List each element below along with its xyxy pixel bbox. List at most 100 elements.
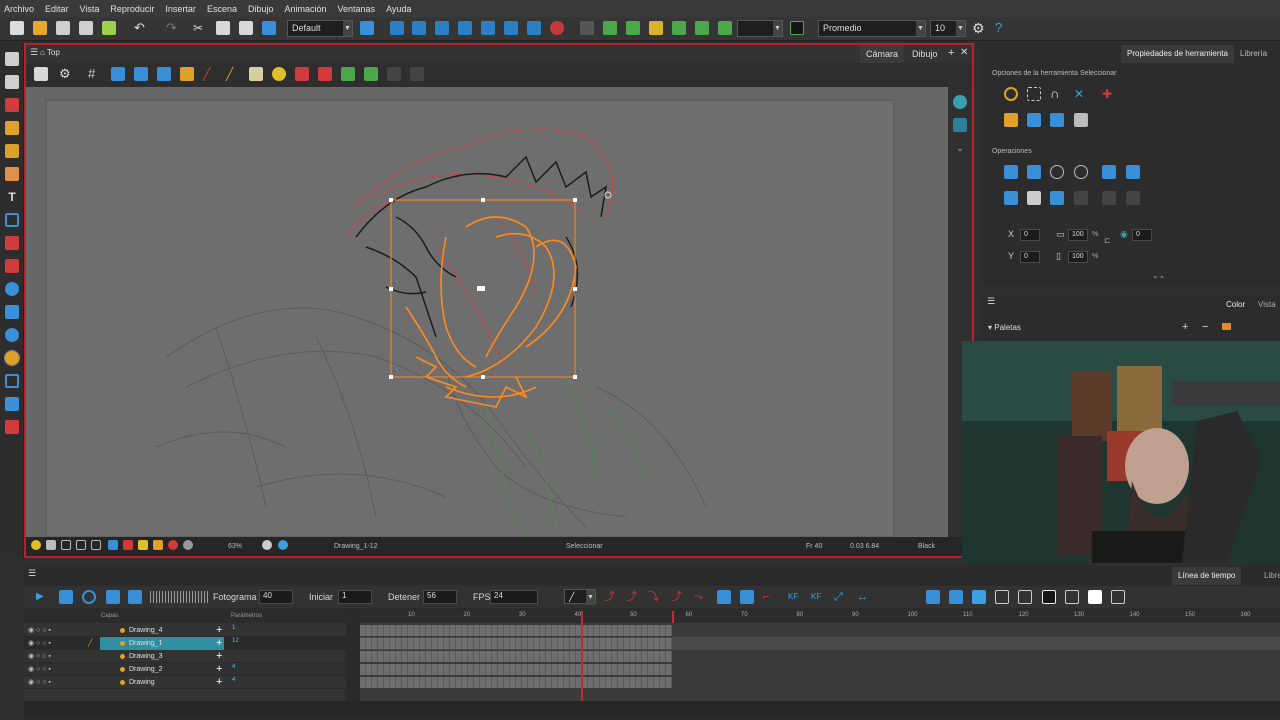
tab-camera[interactable]: Cámara bbox=[860, 45, 905, 63]
menu-item-4[interactable]: Insertar bbox=[165, 4, 196, 14]
play-selection-icon[interactable] bbox=[59, 590, 73, 604]
pencil-toggle-icon[interactable] bbox=[123, 540, 133, 550]
magnet-tool-icon[interactable] bbox=[718, 21, 732, 35]
disabled-op-icon[interactable] bbox=[1102, 191, 1116, 205]
tab-timeline[interactable]: Línea de tiempo bbox=[1172, 567, 1242, 585]
ease-out-icon[interactable]: ⤵ bbox=[648, 590, 662, 604]
rotate-cw-icon[interactable] bbox=[1074, 165, 1088, 179]
playback-speed-slider[interactable] bbox=[150, 591, 208, 603]
merge-icon[interactable] bbox=[1126, 165, 1140, 179]
layer-visibility-icons[interactable]: ◉ ○ ○ ▪ bbox=[28, 637, 51, 650]
import-icon[interactable] bbox=[102, 21, 116, 35]
frame-row[interactable] bbox=[360, 663, 1280, 676]
workspace-select[interactable]: Default ▼ bbox=[287, 20, 353, 37]
clear-icon[interactable] bbox=[740, 590, 754, 604]
layer-row[interactable]: ◉ ○ ○ ▪ ╱ Drawing_1 +12 bbox=[24, 637, 346, 650]
start-field[interactable]: 1 bbox=[338, 590, 372, 604]
add-layer-icon[interactable]: + bbox=[216, 637, 222, 649]
layer-row[interactable]: ◉ ○ ○ ▪ Drawing_2 +4 bbox=[24, 663, 346, 676]
chevron-icon[interactable]: ⌄ bbox=[953, 143, 967, 157]
flip-vertical-icon[interactable] bbox=[318, 67, 332, 81]
bulb-icon[interactable] bbox=[31, 540, 41, 550]
distribute-icon[interactable] bbox=[1004, 191, 1018, 205]
hold-icon[interactable]: ⌐ bbox=[763, 590, 777, 604]
link-icon[interactable]: ⊏ bbox=[1104, 236, 1111, 245]
eraser-tool-icon[interactable] bbox=[5, 167, 19, 181]
menu-item-7[interactable]: Animación bbox=[284, 4, 326, 14]
add-layer-icon[interactable]: + bbox=[216, 624, 222, 636]
drawing-stage[interactable] bbox=[26, 87, 948, 537]
eye-icon[interactable] bbox=[953, 95, 967, 109]
gray-toggle-icon[interactable] bbox=[183, 540, 193, 550]
skew-tool-icon[interactable] bbox=[458, 21, 472, 35]
pencil-tool-icon[interactable] bbox=[5, 121, 19, 135]
zoom-level[interactable]: 63% bbox=[228, 543, 242, 550]
cut-icon[interactable]: ✂ bbox=[193, 21, 207, 35]
zoom-tool-icon[interactable] bbox=[5, 328, 19, 342]
height-field[interactable]: 100 bbox=[1068, 251, 1088, 263]
pivot-tool-icon[interactable] bbox=[695, 21, 709, 35]
translate-tool-icon[interactable] bbox=[481, 21, 495, 35]
reset-view-icon[interactable] bbox=[262, 540, 272, 550]
grid-icon[interactable]: # bbox=[88, 67, 102, 81]
field-guide-icon[interactable] bbox=[91, 540, 101, 550]
transparency-icon[interactable] bbox=[1111, 590, 1125, 604]
menu-item-5[interactable]: Escena bbox=[207, 4, 237, 14]
lasso-icon[interactable] bbox=[1004, 87, 1018, 101]
menu-item-8[interactable]: Ventanas bbox=[338, 4, 376, 14]
fill-frame-icon[interactable] bbox=[1042, 590, 1056, 604]
empty-frame-icon[interactable] bbox=[1065, 590, 1079, 604]
keyframe-icon[interactable]: ⤴ bbox=[671, 590, 685, 604]
maintain-size-icon[interactable] bbox=[527, 21, 541, 35]
stamp-tool-icon[interactable] bbox=[5, 420, 19, 434]
add-layer-icon[interactable]: + bbox=[216, 676, 222, 688]
frame-row[interactable] bbox=[360, 650, 1280, 663]
menu-icon[interactable]: ☰ bbox=[987, 296, 995, 307]
ik-tool-icon[interactable] bbox=[626, 21, 640, 35]
add-drawing-icon[interactable] bbox=[34, 67, 48, 81]
sound-scrub-icon[interactable] bbox=[128, 590, 142, 604]
layer-visibility-icons[interactable]: ◉ ○ ○ ▪ bbox=[28, 663, 51, 676]
smooth-icon[interactable] bbox=[1102, 165, 1116, 179]
tab-view[interactable]: Vista bbox=[1252, 296, 1280, 314]
tab-timeline-library[interactable]: Librería bbox=[1258, 567, 1280, 585]
frame-range-icon[interactable] bbox=[995, 590, 1009, 604]
smoothing-icon[interactable] bbox=[790, 21, 804, 35]
red-toggle-icon[interactable] bbox=[168, 540, 178, 550]
flash-icon[interactable] bbox=[138, 540, 148, 550]
grid-tool-icon[interactable] bbox=[672, 21, 686, 35]
menu-item-6[interactable]: Dibujo bbox=[248, 4, 274, 14]
safe-area-icon[interactable] bbox=[61, 540, 71, 550]
tween-icon[interactable]: ⤢ bbox=[834, 590, 848, 604]
spline-offset-icon[interactable] bbox=[504, 21, 518, 35]
add-palette-icon[interactable]: + bbox=[1182, 321, 1188, 333]
menu-item-2[interactable]: Vista bbox=[80, 4, 100, 14]
stop-motion-icon[interactable]: ⤳ bbox=[694, 590, 708, 604]
convert-icon[interactable] bbox=[1050, 191, 1064, 205]
layer-visibility-icons[interactable]: ◉ ○ ○ ▪ bbox=[28, 624, 51, 637]
motion-icon[interactable] bbox=[717, 590, 731, 604]
disabled-op-icon[interactable] bbox=[1074, 191, 1088, 205]
sound-icon[interactable] bbox=[106, 590, 120, 604]
select-tool-icon[interactable] bbox=[5, 52, 19, 66]
layer-up-icon[interactable] bbox=[341, 67, 355, 81]
kinematic-tool-icon[interactable] bbox=[603, 21, 617, 35]
layer-visibility-icons[interactable]: ◉ ○ ○ ▪ bbox=[28, 676, 51, 689]
brush-tool-icon[interactable] bbox=[5, 98, 19, 112]
transform-tool-icon[interactable] bbox=[390, 21, 404, 35]
workspace-manager-icon[interactable] bbox=[360, 21, 374, 35]
collapse-panel-icon[interactable]: ⌃⌃ bbox=[1152, 275, 1165, 284]
help-icon[interactable]: ? bbox=[995, 21, 1009, 35]
menu-item-3[interactable]: Reproducir bbox=[110, 4, 154, 14]
pencil-line-icon[interactable]: ╱ bbox=[226, 67, 240, 81]
marker-icon[interactable] bbox=[972, 590, 986, 604]
tab-color[interactable]: Color bbox=[1220, 296, 1251, 314]
menu-icon[interactable]: ☰ bbox=[28, 568, 36, 579]
save-icon[interactable] bbox=[56, 21, 70, 35]
frame-cells[interactable] bbox=[360, 625, 672, 636]
palette-folder-icon[interactable] bbox=[1222, 323, 1231, 330]
white-frame-icon[interactable] bbox=[1088, 590, 1102, 604]
select-red-icon[interactable]: ✚ bbox=[1102, 87, 1116, 101]
frame-row[interactable] bbox=[360, 624, 1280, 637]
pivot-tool-icon[interactable] bbox=[5, 282, 19, 296]
